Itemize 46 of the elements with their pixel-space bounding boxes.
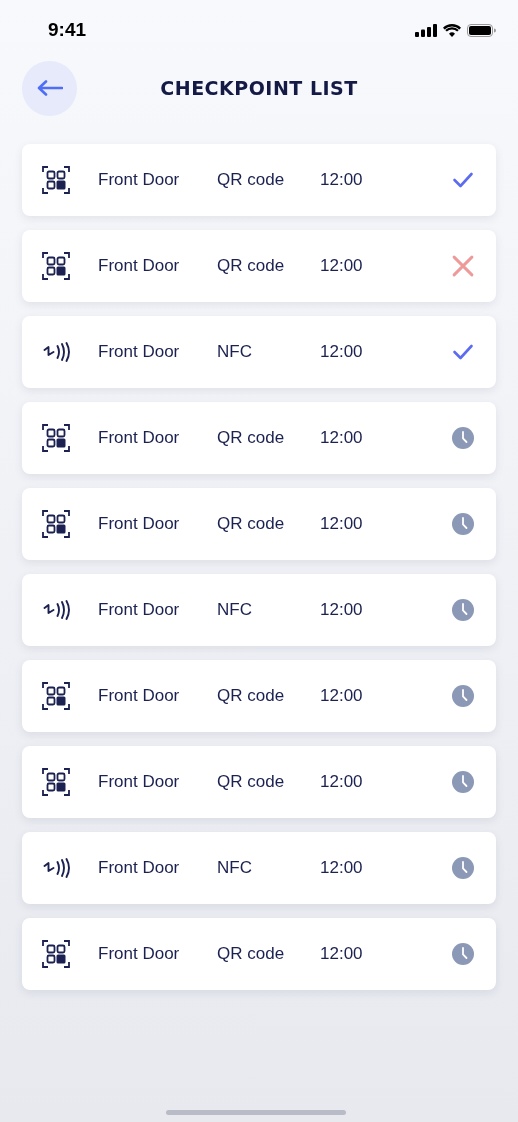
back-arrow-icon [36, 80, 63, 96]
checkpoint-time: 12:00 [320, 342, 364, 362]
scan-method: NFC [217, 342, 253, 362]
scan-method: QR code [217, 944, 286, 964]
checkpoint-name: Front Door [98, 256, 181, 276]
wifi-icon [443, 23, 461, 37]
checkpoint-name: Front Door [98, 170, 181, 190]
scan-method: QR code [217, 514, 286, 534]
screen-title: CHECKPOINT LIST [159, 77, 359, 99]
checkpoint-name: Front Door [98, 514, 181, 534]
checkpoint-name: Front Door [98, 944, 181, 964]
scan-method: QR code [217, 256, 286, 276]
checkpoint-time: 12:00 [320, 428, 364, 448]
checkpoint-card[interactable]: Front Door NFC 12:00 [22, 832, 496, 904]
scan-method: QR code [217, 428, 286, 448]
checkpoint-card[interactable]: Front Door QR code 12:00 [22, 488, 496, 560]
scan-method: NFC [217, 600, 253, 620]
checkpoint-name: Front Door [98, 686, 181, 706]
signal-icon [415, 23, 437, 37]
checkpoint-time: 12:00 [320, 256, 364, 276]
checkpoint-name: Front Door [98, 858, 181, 878]
checkpoint-time: 12:00 [320, 772, 364, 792]
checkpoint-card[interactable]: Front Door QR code 12:00 [22, 230, 496, 302]
checkpoint-time: 12:00 [320, 514, 364, 534]
scan-method: QR code [217, 772, 286, 792]
checkpoint-name: Front Door [98, 772, 181, 792]
scan-method: NFC [217, 858, 253, 878]
checkpoint-name: Front Door [98, 342, 181, 362]
checkpoint-time: 12:00 [320, 858, 364, 878]
checkpoint-name: Front Door [98, 600, 181, 620]
checkpoint-time: 12:00 [320, 170, 364, 190]
scan-method: QR code [217, 686, 286, 706]
checkpoint-card[interactable]: Front Door NFC 12:00 [22, 574, 496, 646]
checkpoint-name: Front Door [98, 428, 181, 448]
checkpoint-card[interactable]: Front Door QR code 12:00 [22, 144, 496, 216]
battery-icon [467, 23, 496, 37]
checkpoint-card[interactable]: Front Door QR code 12:00 [22, 660, 496, 732]
checkpoint-card[interactable]: Front Door NFC 12:00 [22, 316, 496, 388]
checkpoint-card[interactable]: Front Door QR code 12:00 [22, 402, 496, 474]
checkpoint-time: 12:00 [320, 600, 364, 620]
scan-method: QR code [217, 170, 286, 190]
checkpoint-time: 12:00 [320, 944, 364, 964]
checkpoint-card[interactable]: Front Door QR code 12:00 [22, 746, 496, 818]
checkpoint-card[interactable]: Front Door QR code 12:00 [22, 918, 496, 990]
status-time: 9:41 [48, 19, 87, 41]
checkpoint-time: 12:00 [320, 686, 364, 706]
